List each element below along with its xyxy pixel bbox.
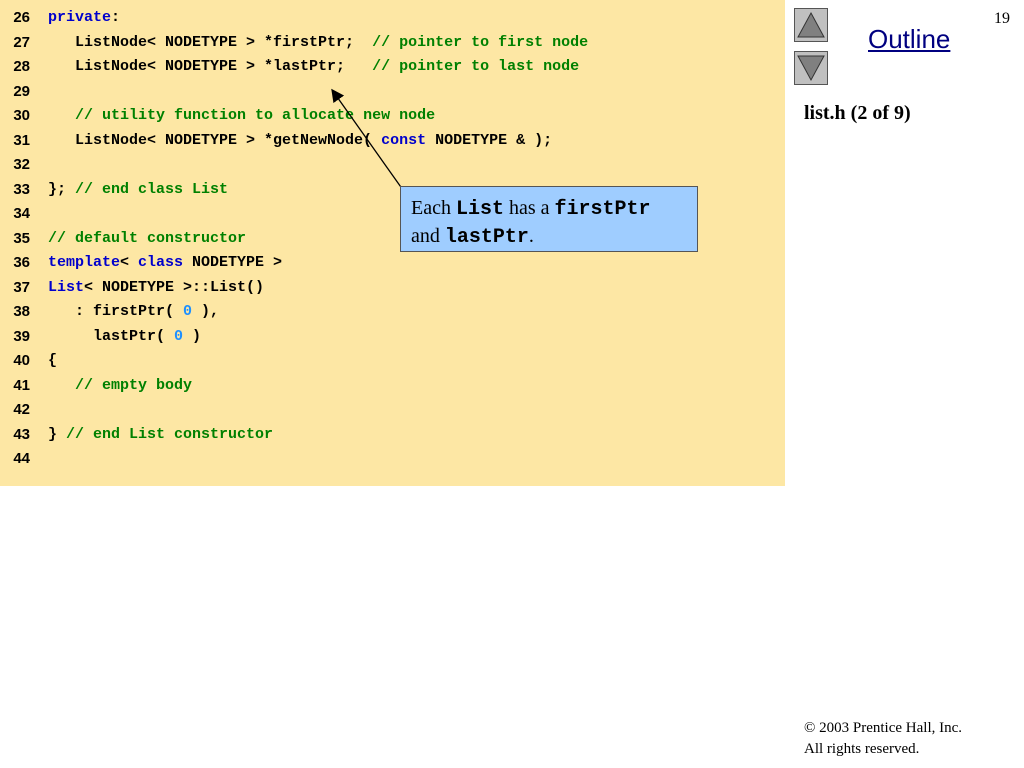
code-text: template< class NODETYPE >: [48, 251, 282, 275]
code-text: lastPtr( 0 ): [48, 325, 201, 349]
line-number: 42: [13, 401, 30, 418]
callout-text: .: [528, 225, 534, 247]
code-token: {: [48, 352, 58, 369]
code-keyword: class: [138, 254, 184, 271]
page-number: 19: [994, 10, 1010, 27]
callout-text: and: [411, 225, 445, 247]
line-number: 39: [13, 327, 30, 345]
code-comment: // pointer to first node: [372, 33, 589, 51]
code-comment: // pointer to last node: [372, 58, 580, 75]
line-number: 38: [13, 303, 30, 320]
line-number: 37: [13, 278, 30, 296]
code-token: ): [183, 327, 202, 345]
line-number: 40: [13, 352, 30, 369]
triangle-up-icon: [797, 11, 825, 38]
line-number: 26: [13, 9, 30, 26]
code-comment: // end List constructor: [66, 425, 274, 443]
code-keyword: List: [48, 278, 85, 296]
previous-slide-button[interactable]: [794, 8, 828, 42]
code-number: 0: [183, 303, 193, 320]
triangle-down-icon: [797, 55, 825, 82]
code-token: lastPtr(: [48, 327, 175, 345]
code-number: 0: [174, 327, 184, 345]
code-text: : firstPtr( 0 ),: [48, 300, 219, 324]
line-number: 36: [13, 254, 30, 271]
code-comment: // default constructor: [48, 229, 247, 247]
slide-subtitle: list.h (2 of 9): [804, 102, 911, 124]
code-text: // empty body: [48, 374, 192, 398]
code-comment: // utility function to allocate new node: [75, 107, 436, 124]
line-number: 35: [13, 229, 30, 247]
line-number: 27: [13, 33, 30, 51]
code-text: ListNode< NODETYPE > *lastPtr; // pointe…: [48, 55, 579, 79]
callout-code-list: List: [455, 198, 504, 221]
callout-code-firstptr: firstPtr: [554, 198, 651, 221]
code-token: :: [111, 9, 121, 26]
line-number: 43: [13, 425, 30, 443]
line-number: 34: [13, 205, 30, 222]
next-slide-button[interactable]: [794, 51, 828, 85]
callout-code-lastptr: lastPtr: [444, 226, 529, 249]
code-text: {: [48, 349, 57, 373]
rights-line: All rights reserved.: [804, 741, 920, 757]
code-text: private:: [48, 6, 120, 30]
code-token: ListNode< NODETYPE > *firstPtr;: [48, 33, 373, 51]
code-token: };: [48, 180, 76, 198]
line-number: 30: [13, 107, 30, 124]
copyright-line: © 2003 Prentice Hall, Inc.: [804, 720, 963, 736]
callout-text: Each: [411, 197, 456, 219]
line-number: 41: [13, 376, 30, 394]
line-number: 29: [13, 82, 30, 100]
code-token: ListNode< NODETYPE > *getNewNode(: [48, 131, 382, 149]
line-number: 28: [13, 58, 30, 75]
outline-link[interactable]: Outline: [868, 24, 950, 55]
line-number: 31: [13, 131, 30, 149]
code-keyword: private: [48, 9, 112, 26]
line-number: 32: [13, 156, 30, 173]
code-text: ListNode< NODETYPE > *getNewNode( const …: [48, 129, 552, 153]
code-text: // utility function to allocate new node: [48, 104, 435, 128]
code-token: NODETYPE & );: [426, 131, 553, 149]
code-token: NODETYPE >: [183, 254, 283, 271]
code-token: ),: [192, 303, 220, 320]
line-number: 44: [13, 450, 30, 467]
copyright-footer: © 2003 Prentice Hall, Inc. All rights re…: [804, 718, 962, 760]
code-keyword: template: [48, 254, 121, 271]
callout-text: has a: [504, 197, 555, 219]
code-token: }: [48, 425, 67, 443]
code-text: // default constructor: [48, 227, 246, 251]
code-token: < NODETYPE >::List(): [84, 278, 265, 296]
code-text: }; // end class List: [48, 178, 228, 202]
code-comment: // empty body: [75, 376, 193, 394]
line-number: 33: [13, 180, 30, 198]
code-comment: // end class List: [75, 180, 229, 198]
code-keyword: const: [381, 131, 427, 149]
code-text: List< NODETYPE >::List(): [48, 276, 264, 300]
code-token: : firstPtr(: [48, 303, 184, 320]
code-token: <: [120, 254, 139, 271]
callout-box: Each List has a firstPtr and lastPtr.: [400, 186, 698, 252]
code-token: ListNode< NODETYPE > *lastPtr;: [48, 58, 373, 75]
code-text: } // end List constructor: [48, 423, 273, 447]
code-text: ListNode< NODETYPE > *firstPtr; // point…: [48, 31, 588, 55]
